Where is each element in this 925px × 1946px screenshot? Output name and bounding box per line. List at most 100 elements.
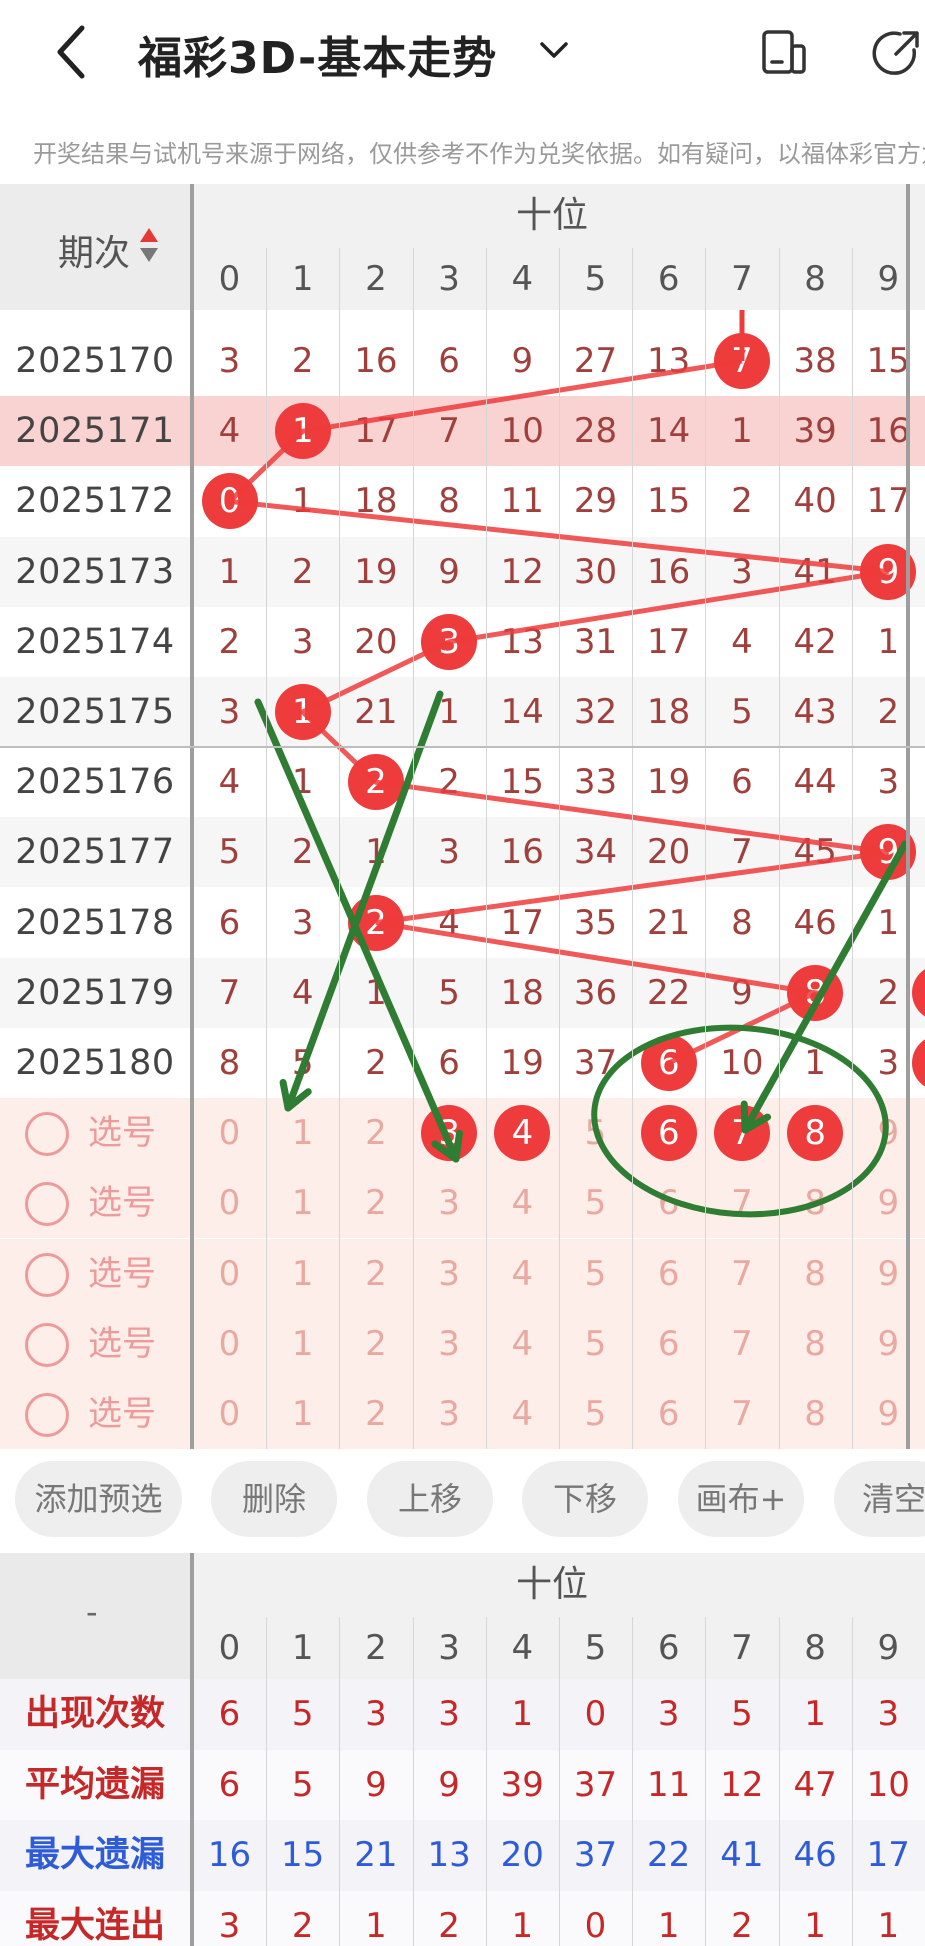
pick-digit[interactable]: 0 bbox=[193, 1239, 266, 1309]
pick-digit[interactable]: 1 bbox=[266, 1379, 339, 1449]
pick-row[interactable]: 选号 0 1 2 3 4 5 6 7 8 9 bbox=[0, 1098, 925, 1169]
pick-digit[interactable]: 0 bbox=[193, 1379, 266, 1449]
stats-row-label: 平均遗漏 bbox=[24, 1764, 165, 1805]
table-row[interactable]: 2025180 8 5 2 6 19 37 6 10 1 3 bbox=[0, 1028, 925, 1098]
action-button-4[interactable]: 画布+ bbox=[678, 1461, 804, 1537]
pick-digit[interactable]: 9 bbox=[852, 1239, 925, 1309]
pick-digit[interactable]: 3 bbox=[413, 1168, 486, 1238]
table-row[interactable]: 2025178 6 3 2 4 17 35 21 8 46 1 bbox=[0, 888, 925, 958]
layout-toggle-icon[interactable] bbox=[760, 28, 808, 76]
pick-radio[interactable] bbox=[25, 1252, 69, 1297]
pick-digit[interactable]: 3 bbox=[413, 1239, 486, 1309]
sort-icon[interactable] bbox=[138, 226, 160, 266]
stats-row: 平均遗漏 6 5 9 9 39 37 11 12 47 10 bbox=[0, 1749, 925, 1820]
pick-digit[interactable]: 1 bbox=[266, 1239, 339, 1309]
pick-digit[interactable]: 9 bbox=[852, 1168, 925, 1238]
pick-digit[interactable]: 8 bbox=[779, 1309, 852, 1379]
table-row[interactable]: 2025174 2 3 20 3 13 31 17 4 42 1 bbox=[0, 607, 925, 677]
pick-digit[interactable]: 0 bbox=[193, 1168, 266, 1238]
pick-digit[interactable]: 2 bbox=[339, 1168, 412, 1238]
pick-digit[interactable]: 9 bbox=[852, 1379, 925, 1449]
pick-digit[interactable]: 2 bbox=[339, 1239, 412, 1309]
table-row[interactable]: 2025175 3 1 21 1 14 32 18 5 43 2 bbox=[0, 677, 925, 747]
pick-digit[interactable]: 7 bbox=[705, 1309, 778, 1379]
pick-label[interactable]: 选号 bbox=[88, 1098, 156, 1168]
omission-cell: 1 bbox=[365, 972, 387, 1013]
stats-cell: 37 bbox=[573, 1835, 618, 1875]
share-icon[interactable] bbox=[870, 28, 925, 78]
action-button-2[interactable]: 上移 bbox=[367, 1461, 493, 1537]
pick-row[interactable]: 选号 0 1 2 3 4 5 6 7 8 9 bbox=[0, 1379, 925, 1449]
pick-radio[interactable] bbox=[25, 1322, 69, 1367]
table-row[interactable]: 2025170 3 2 16 6 9 27 13 7 38 15 bbox=[0, 326, 925, 396]
pick-digit[interactable]: 4 bbox=[486, 1309, 559, 1379]
pick-digit[interactable]: 3 bbox=[413, 1309, 486, 1379]
pick-digit[interactable]: 5 bbox=[559, 1309, 632, 1379]
stats-grid-line bbox=[485, 1617, 487, 1946]
omission-cell: 2 bbox=[218, 621, 241, 662]
table-row[interactable]: 2025176 4 1 2 2 15 33 19 6 44 3 bbox=[0, 747, 925, 817]
selected-digit-ball[interactable]: 4 bbox=[494, 1105, 551, 1162]
pick-digit[interactable]: 5 bbox=[559, 1239, 632, 1309]
table-row[interactable]: 2025173 1 2 19 9 12 30 16 3 41 9 bbox=[0, 536, 925, 607]
grid-line bbox=[778, 248, 780, 1449]
pick-label[interactable]: 选号 bbox=[88, 1168, 156, 1238]
pick-row[interactable]: 选号 0 1 2 3 4 5 6 7 8 9 bbox=[0, 1238, 925, 1309]
pick-digit[interactable]: 9 bbox=[852, 1098, 925, 1168]
pick-digit[interactable]: 1 bbox=[266, 1098, 339, 1168]
pick-label[interactable]: 选号 bbox=[88, 1309, 156, 1379]
pick-digit[interactable]: 7 bbox=[705, 1239, 778, 1309]
pick-row[interactable]: 选号 0 1 2 3 4 5 6 7 8 9 bbox=[0, 1308, 925, 1379]
pick-digit[interactable]: 8 bbox=[779, 1379, 852, 1449]
pick-digit[interactable]: 3 bbox=[413, 1379, 486, 1449]
action-button-5[interactable]: 清空 bbox=[834, 1461, 925, 1537]
issue-column-header[interactable]: 期次 bbox=[0, 184, 190, 310]
issue-number: 2025179 bbox=[15, 972, 175, 1013]
action-button-0[interactable]: 添加预选 bbox=[15, 1461, 182, 1537]
pick-digit[interactable]: 6 bbox=[632, 1379, 705, 1449]
pick-radio[interactable] bbox=[25, 1112, 69, 1157]
hit-ball: 6 bbox=[640, 1035, 697, 1091]
selected-digit-ball[interactable]: 8 bbox=[787, 1105, 844, 1162]
pick-digit[interactable]: 1 bbox=[266, 1168, 339, 1238]
action-button-3[interactable]: 下移 bbox=[522, 1461, 648, 1537]
pick-digit[interactable]: 2 bbox=[339, 1379, 412, 1449]
back-icon[interactable] bbox=[48, 22, 98, 82]
pick-digit[interactable]: 9 bbox=[852, 1309, 925, 1379]
pick-row[interactable]: 选号 0 1 2 3 4 5 6 7 8 9 bbox=[0, 1168, 925, 1239]
pick-digit[interactable]: 7 bbox=[705, 1168, 778, 1238]
pick-digit[interactable]: 0 bbox=[193, 1098, 266, 1168]
pick-digit[interactable]: 6 bbox=[632, 1168, 705, 1238]
pick-radio[interactable] bbox=[25, 1393, 69, 1437]
stats-grid-line bbox=[559, 1617, 560, 1946]
table-row[interactable]: 2025179 7 4 1 5 18 36 22 9 8 2 bbox=[0, 957, 925, 1028]
pick-digit[interactable]: 5 bbox=[559, 1098, 632, 1168]
pick-digit[interactable]: 5 bbox=[559, 1379, 632, 1449]
table-row[interactable]: 2025171 4 1 17 7 10 28 14 1 39 16 bbox=[0, 396, 925, 467]
pick-radio[interactable] bbox=[25, 1182, 69, 1227]
pick-digit[interactable]: 2 bbox=[339, 1309, 412, 1379]
pick-digit[interactable]: 5 bbox=[559, 1168, 632, 1238]
pick-digit[interactable]: 8 bbox=[779, 1239, 852, 1309]
pick-label[interactable]: 选号 bbox=[88, 1379, 156, 1449]
pick-label[interactable]: 选号 bbox=[88, 1239, 156, 1309]
pick-digit[interactable]: 6 bbox=[632, 1309, 705, 1379]
page-title[interactable]: 福彩3D-基本走势 bbox=[138, 22, 497, 86]
pick-digit[interactable]: 6 bbox=[632, 1239, 705, 1309]
selected-digit-ball[interactable]: 7 bbox=[714, 1105, 770, 1162]
stats-grid-line bbox=[339, 1617, 341, 1946]
pick-digit[interactable]: 4 bbox=[486, 1379, 559, 1449]
action-button-1[interactable]: 删除 bbox=[211, 1461, 337, 1537]
selected-digit-ball[interactable]: 6 bbox=[640, 1105, 697, 1162]
selected-digit-ball[interactable]: 3 bbox=[421, 1105, 478, 1162]
table-row[interactable]: 2025172 0 1 18 8 11 29 15 2 40 17 bbox=[0, 466, 925, 536]
pick-digit[interactable]: 4 bbox=[486, 1168, 559, 1238]
pick-digit[interactable]: 8 bbox=[779, 1168, 852, 1238]
pick-digit[interactable]: 1 bbox=[266, 1309, 339, 1379]
chevron-down-icon[interactable] bbox=[536, 32, 572, 68]
pick-digit[interactable]: 0 bbox=[193, 1309, 266, 1379]
pick-digit[interactable]: 2 bbox=[339, 1098, 412, 1168]
pick-digit[interactable]: 7 bbox=[705, 1379, 778, 1449]
table-row[interactable]: 2025177 5 2 1 3 16 34 20 7 45 9 bbox=[0, 817, 925, 888]
pick-digit[interactable]: 4 bbox=[486, 1239, 559, 1309]
